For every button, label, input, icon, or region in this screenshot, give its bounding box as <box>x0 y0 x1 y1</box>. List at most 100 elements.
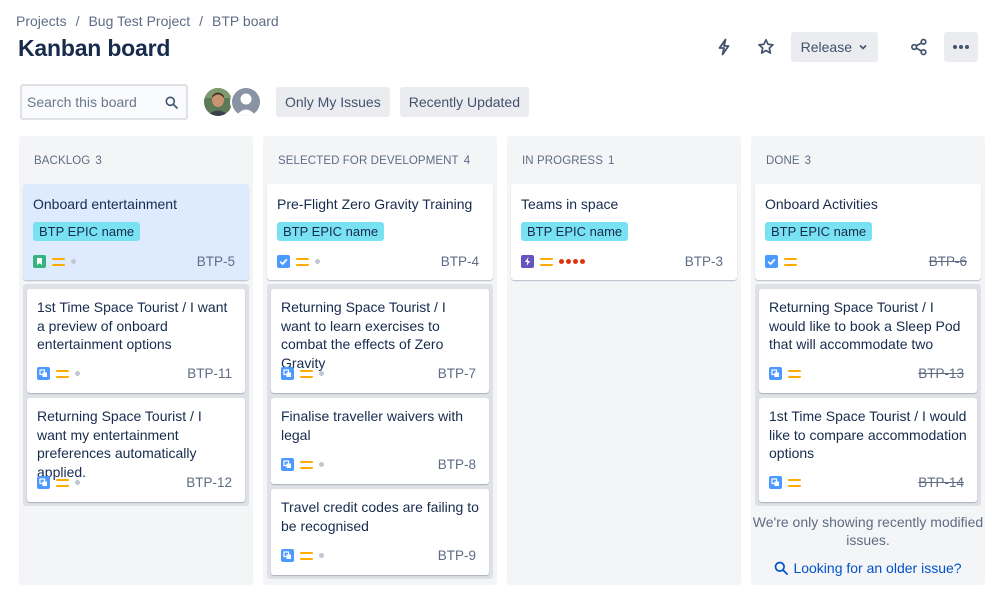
card-footer: BTP-3 <box>521 254 723 269</box>
estimate-dot-icon <box>319 462 324 467</box>
column-header: BACKLOG 3 <box>19 136 253 186</box>
card-title: 1st Time Space Tourist / I want a previe… <box>37 299 228 352</box>
search-input[interactable]: Search this board <box>20 84 188 120</box>
issue-card[interactable]: Returning Space Tourist / I want my ente… <box>27 398 245 502</box>
avatar[interactable] <box>230 86 262 118</box>
issue-key[interactable]: BTP-4 <box>441 254 479 269</box>
column-header: SELECTED FOR DEVELOPMENT 4 <box>263 136 497 186</box>
more-icon <box>953 45 969 49</box>
avatar-group <box>202 86 262 118</box>
subtask-icon <box>37 476 50 489</box>
breadcrumb-board[interactable]: BTP board <box>212 13 279 29</box>
card-footer: BTP-13 <box>769 366 964 381</box>
older-issue-link[interactable]: Looking for an older issue? <box>751 560 985 576</box>
card-title: Travel credit codes are failing to be re… <box>281 499 479 534</box>
column-header: IN PROGRESS 1 <box>507 136 741 186</box>
chevron-down-icon <box>859 44 867 50</box>
epic-label[interactable]: BTP EPIC name <box>521 222 629 241</box>
star-button[interactable] <box>749 32 783 62</box>
subtask-icon <box>769 476 782 489</box>
share-button[interactable] <box>902 32 936 62</box>
task-icon <box>277 255 290 268</box>
issue-card[interactable]: 1st Time Space Tourist / I want a previe… <box>27 289 245 393</box>
column-count: 1 <box>607 155 615 167</box>
subtask-group: Returning Space Tourist / I would like t… <box>755 284 981 506</box>
priority-medium-icon <box>300 460 313 469</box>
search-icon <box>165 96 178 109</box>
issue-card[interactable]: Travel credit codes are failing to be re… <box>271 489 489 575</box>
column-in-progress: IN PROGRESS 1 Teams in space BTP EPIC na… <box>507 136 741 585</box>
subtask-icon <box>281 367 294 380</box>
estimate-dot-icon <box>319 553 324 558</box>
column-name: IN PROGRESS <box>522 155 603 167</box>
breadcrumb-separator: / <box>199 13 204 29</box>
epic-label[interactable]: BTP EPIC name <box>277 222 385 241</box>
breadcrumb-projects[interactable]: Projects <box>16 13 67 29</box>
epic-label[interactable]: BTP EPIC name <box>765 222 873 241</box>
column-backlog: BACKLOG 3 Onboard entertainment BTP EPIC… <box>19 136 253 585</box>
star-icon <box>757 38 774 54</box>
issue-key[interactable]: BTP-8 <box>438 457 476 472</box>
card-footer: BTP-7 <box>281 366 476 381</box>
user-photo-icon <box>204 88 232 116</box>
priority-medium-icon <box>52 257 65 266</box>
issue-key[interactable]: BTP-11 <box>187 366 232 381</box>
breadcrumb-project[interactable]: Bug Test Project <box>88 13 190 29</box>
issue-card[interactable]: 1st Time Space Tourist / I would like to… <box>759 398 977 502</box>
share-icon <box>911 38 927 56</box>
issue-card[interactable]: Finalise traveller waivers with legal BT… <box>271 398 489 484</box>
kanban-board: BACKLOG 3 Onboard entertainment BTP EPIC… <box>19 136 985 585</box>
filter-recently-updated[interactable]: Recently Updated <box>399 87 529 117</box>
priority-medium-icon <box>784 257 797 266</box>
estimate-dot-icon <box>319 371 324 376</box>
column-name: BACKLOG <box>34 155 91 167</box>
issue-key[interactable]: BTP-6 <box>929 254 967 269</box>
issue-card[interactable]: Returning Space Tourist / I want to lear… <box>271 289 489 393</box>
release-button[interactable]: Release <box>790 32 878 62</box>
issue-card[interactable]: Onboard Activities BTP EPIC name BTP-6 <box>755 184 981 280</box>
board-actions: Release <box>707 32 978 62</box>
column-count: 4 <box>463 155 471 167</box>
search-icon <box>775 561 789 575</box>
priority-medium-icon <box>540 257 553 266</box>
card-footer: BTP-5 <box>33 254 235 269</box>
issue-key[interactable]: BTP-9 <box>438 548 476 563</box>
issue-card[interactable]: Teams in space BTP EPIC name BTP-3 <box>511 184 737 280</box>
subtask-icon <box>37 367 50 380</box>
breadcrumb-separator: / <box>75 13 80 29</box>
issue-key[interactable]: BTP-3 <box>685 254 723 269</box>
card-title: Onboard Activities <box>765 196 878 212</box>
priority-medium-icon <box>296 257 309 266</box>
card-title: 1st Time Space Tourist / I would like to… <box>769 408 967 461</box>
priority-medium-icon <box>56 478 69 487</box>
issue-key[interactable]: BTP-5 <box>197 254 235 269</box>
issue-card[interactable]: Onboard entertainment BTP EPIC name BTP-… <box>23 184 249 280</box>
issue-key[interactable]: BTP-13 <box>918 366 964 381</box>
user-placeholder-icon <box>232 88 260 116</box>
automation-button[interactable] <box>707 32 741 62</box>
issue-key[interactable]: BTP-7 <box>438 366 476 381</box>
search-placeholder: Search this board <box>27 94 137 110</box>
epic-label[interactable]: BTP EPIC name <box>33 222 141 241</box>
older-issue-link-label: Looking for an older issue? <box>793 560 962 576</box>
page-title: Kanban board <box>18 35 171 61</box>
story-icon <box>33 255 46 268</box>
task-icon <box>765 255 778 268</box>
priority-medium-icon <box>300 551 313 560</box>
filter-only-my-issues[interactable]: Only My Issues <box>276 87 390 117</box>
subtask-icon <box>281 549 294 562</box>
priority-medium-icon <box>56 369 69 378</box>
issue-card[interactable]: Pre-Flight Zero Gravity Training BTP EPI… <box>267 184 493 280</box>
card-title: Returning Space Tourist / I want my ente… <box>37 408 202 480</box>
card-footer: BTP-12 <box>37 475 232 490</box>
priority-medium-icon <box>300 369 313 378</box>
card-title: Pre-Flight Zero Gravity Training <box>277 196 473 212</box>
issue-key[interactable]: BTP-12 <box>186 475 232 490</box>
more-options-button[interactable] <box>944 32 978 62</box>
estimate-dot-icon <box>75 371 80 376</box>
issue-key[interactable]: BTP-14 <box>918 475 964 490</box>
lightning-icon <box>718 38 730 56</box>
issue-card[interactable]: Returning Space Tourist / I would like t… <box>759 289 977 393</box>
card-title: Returning Space Tourist / I would like t… <box>769 299 961 352</box>
estimate-dot-icon <box>71 259 76 264</box>
